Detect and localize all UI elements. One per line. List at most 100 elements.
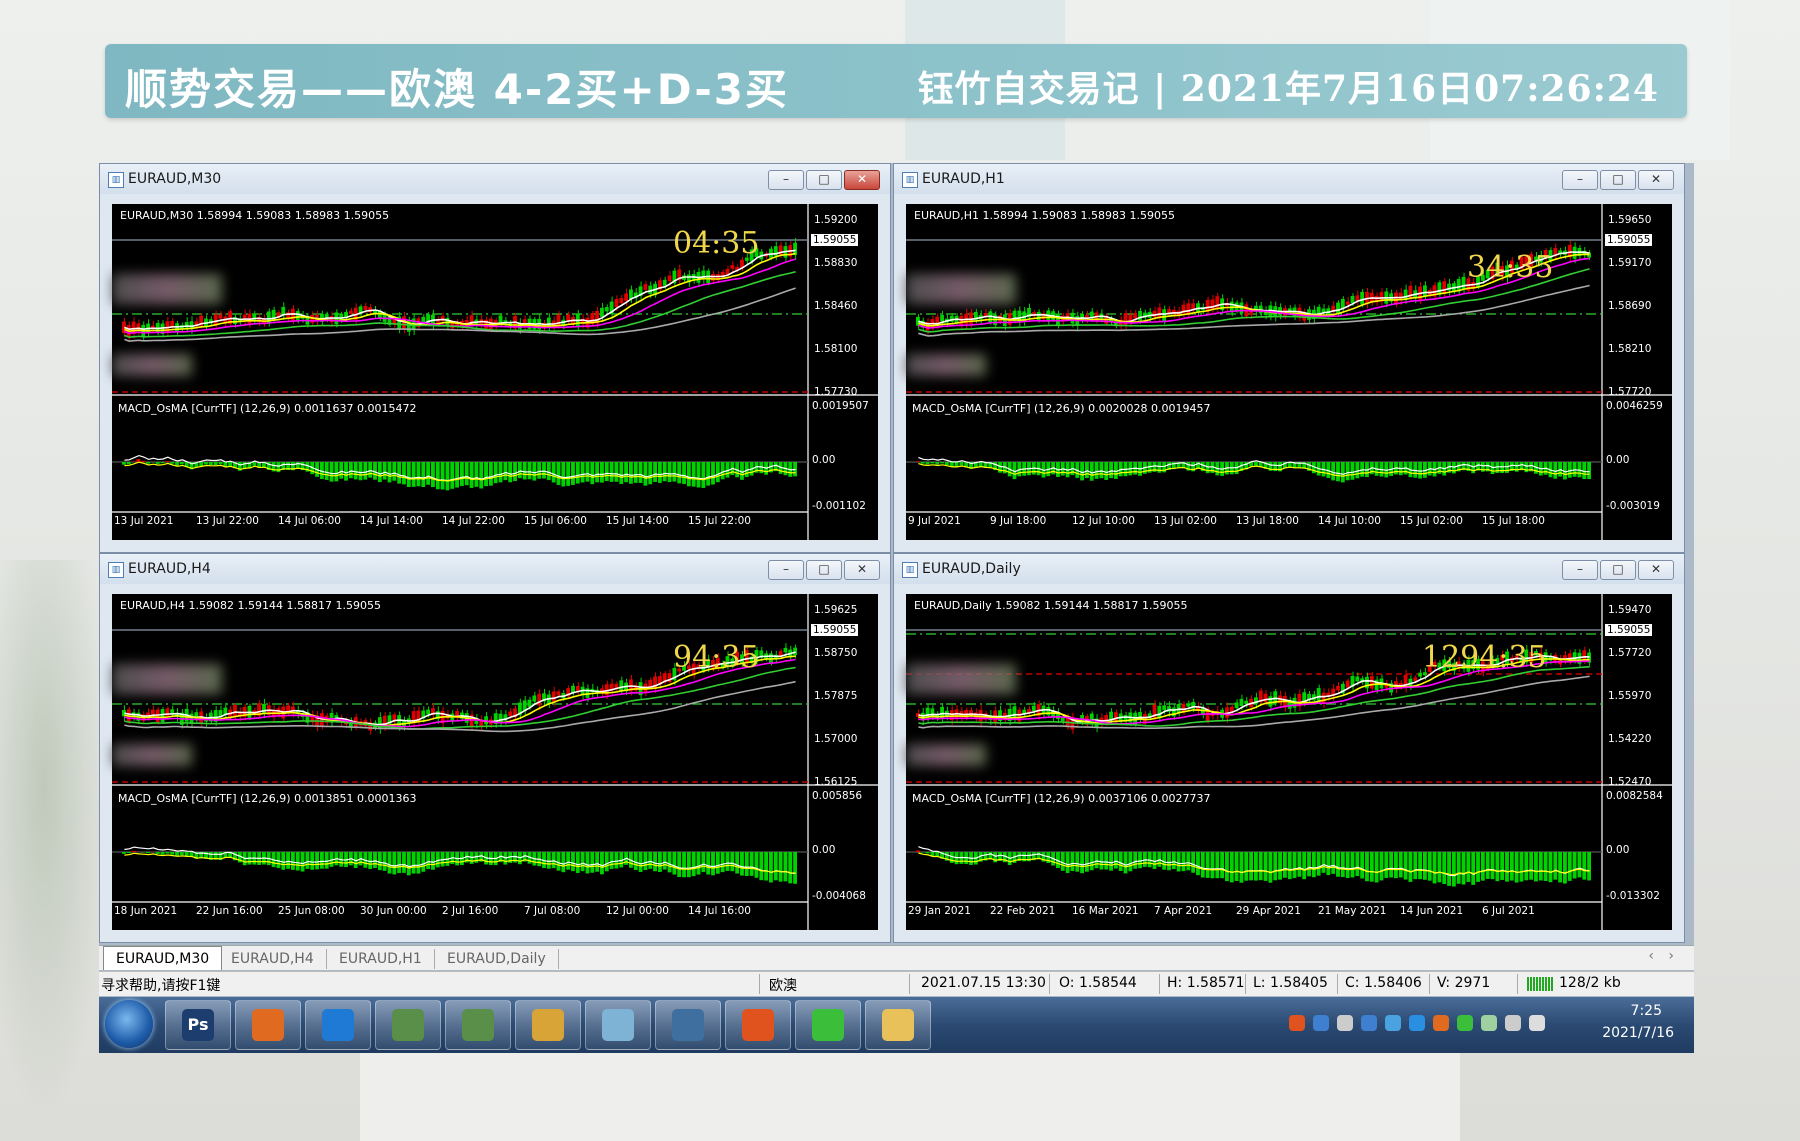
macd-histogram-bar [1249, 852, 1253, 881]
taskbar-button[interactable] [375, 1000, 441, 1050]
macd-histogram-bar [930, 462, 935, 464]
macd-histogram-bar [1302, 852, 1307, 880]
blurred-overlay [906, 274, 1016, 304]
macd-histogram-bar [1070, 852, 1075, 872]
taskbar-button[interactable] [865, 1000, 931, 1050]
macd-histogram-bar [315, 852, 319, 870]
macd-histogram-bar [1099, 462, 1104, 479]
candle [218, 314, 223, 319]
macd-histogram-bar [146, 462, 150, 464]
macd-histogram-bar [1094, 462, 1099, 479]
network-icon[interactable] [1481, 1015, 1497, 1031]
minimize-button[interactable]: – [768, 560, 804, 580]
clock-date[interactable]: 2021/7/16 [1602, 1025, 1674, 1041]
macd-histogram-bar [416, 852, 421, 874]
minimize-button[interactable]: – [1562, 170, 1598, 190]
macd-histogram-bar [537, 462, 542, 479]
chart-title-bar[interactable]: ▥ EURAUD,H1 – □ ✕ [894, 164, 1684, 194]
time-axis-label: 14 Jul 06:00 [278, 515, 341, 527]
taskbar-button[interactable] [515, 1000, 581, 1050]
candle [440, 316, 445, 322]
clock-time[interactable]: 7:25 [1631, 1003, 1662, 1019]
notification-icon[interactable] [1337, 1015, 1353, 1031]
wechat-tray-icon[interactable] [1457, 1015, 1473, 1031]
shield-icon[interactable] [1385, 1015, 1401, 1031]
macd-histogram-bar [431, 852, 435, 870]
macd-histogram-bar [155, 852, 160, 854]
taskbar-button[interactable]: Ps [165, 1000, 231, 1050]
chart-caption: EURAUD,Daily [922, 561, 1021, 577]
macd-histogram-bar [1485, 852, 1490, 879]
taskbar-button[interactable] [305, 1000, 371, 1050]
chart-window-euraud-h4: ▥ EURAUD,H4 – □ ✕ EURAUD,H4 1.59082 1.59… [99, 553, 891, 943]
tab-euraud-h1[interactable]: EURAUD,H1 [327, 949, 435, 969]
volume-icon[interactable] [1529, 1015, 1545, 1031]
taskbar-button[interactable] [585, 1000, 651, 1050]
macd-histogram-bar [184, 852, 189, 857]
macd-histogram-bar [348, 462, 353, 479]
chart-canvas[interactable]: EURAUD,M30 1.58994 1.59083 1.58983 1.590… [112, 204, 878, 540]
macd-histogram-bar [793, 852, 797, 884]
candle [643, 284, 648, 290]
macd-histogram-bar [1471, 462, 1476, 474]
taskbar-button[interactable] [725, 1000, 791, 1050]
ninja-tray-icon[interactable] [1433, 1015, 1449, 1031]
chart-canvas[interactable]: EURAUD,H4 1.59082 1.59144 1.58817 1.5905… [112, 594, 878, 930]
chart-canvas[interactable]: EURAUD,H1 1.58994 1.59083 1.58983 1.5905… [906, 204, 1672, 540]
app-icon[interactable] [1409, 1015, 1425, 1031]
time-axis-label: 13 Jul 22:00 [196, 515, 259, 527]
macd-histogram-bar [1215, 852, 1220, 879]
tab-scroll-left-icon[interactable]: ‹ [1648, 948, 1654, 964]
macd-histogram-bar [344, 462, 348, 481]
status-profile[interactable]: 欧澳 [769, 975, 797, 995]
maximize-button[interactable]: □ [806, 560, 842, 580]
start-button[interactable] [105, 1000, 153, 1048]
close-button[interactable]: ✕ [844, 170, 880, 190]
sogou-icon[interactable] [1289, 1015, 1305, 1031]
taskbar-button[interactable] [795, 1000, 861, 1050]
close-button[interactable]: ✕ [1638, 560, 1674, 580]
tab-euraud-h4[interactable]: EURAUD,H4 [219, 949, 327, 969]
minimize-button[interactable]: – [768, 170, 804, 190]
taskbar-button[interactable] [655, 1000, 721, 1050]
chart-title-bar[interactable]: ▥ EURAUD,H4 – □ ✕ [100, 554, 890, 584]
macd-histogram-bar [590, 462, 595, 485]
close-button[interactable]: ✕ [844, 560, 880, 580]
macd-histogram-bar [1181, 852, 1186, 872]
wechat-icon [812, 1009, 844, 1041]
macd-histogram-bar [1089, 852, 1094, 871]
tab-euraud-daily[interactable]: EURAUD,Daily [435, 949, 559, 969]
chart-canvas[interactable]: EURAUD,Daily 1.59082 1.59144 1.58817 1.5… [906, 594, 1672, 930]
chart-title-bar[interactable]: ▥ EURAUD,Daily – □ ✕ [894, 554, 1684, 584]
tab-scroll-right-icon[interactable]: › [1668, 948, 1674, 964]
macd-histogram-bar [609, 462, 614, 482]
taskbar-button[interactable] [445, 1000, 511, 1050]
macd-histogram-bar [1360, 852, 1365, 879]
macd-histogram-bar [1418, 462, 1422, 479]
chart-window-icon: ▥ [902, 172, 918, 188]
maximize-button[interactable]: □ [1600, 560, 1636, 580]
current-price-label: 1.59055 [811, 234, 859, 246]
signal-icon[interactable] [1505, 1015, 1521, 1031]
macd-histogram-bar [1403, 852, 1408, 880]
maximize-button[interactable]: □ [1600, 170, 1636, 190]
maximize-button[interactable]: □ [806, 170, 842, 190]
close-button[interactable]: ✕ [1638, 170, 1674, 190]
macd-histogram-bar [1157, 462, 1162, 473]
time-axis-label: 14 Jul 14:00 [360, 515, 423, 527]
chart-title-bar[interactable]: ▥ EURAUD,M30 – □ ✕ [100, 164, 890, 194]
macd-histogram-bar [199, 462, 204, 467]
bluetooth-icon[interactable] [1361, 1015, 1377, 1031]
candle [1113, 712, 1118, 722]
macd-histogram-bar [916, 850, 920, 852]
blurred-overlay [112, 744, 192, 766]
tab-euraud-m30[interactable]: EURAUD,M30 [103, 946, 223, 970]
minimize-button[interactable]: – [1562, 560, 1598, 580]
macd-histogram-bar [1394, 852, 1398, 879]
status-high: H: 1.58571 [1167, 975, 1245, 991]
macd-histogram-bar [1321, 852, 1326, 873]
candle [600, 307, 604, 317]
macd-histogram-bar [334, 462, 339, 482]
taskbar-button[interactable] [235, 1000, 301, 1050]
help-icon[interactable] [1313, 1015, 1329, 1031]
